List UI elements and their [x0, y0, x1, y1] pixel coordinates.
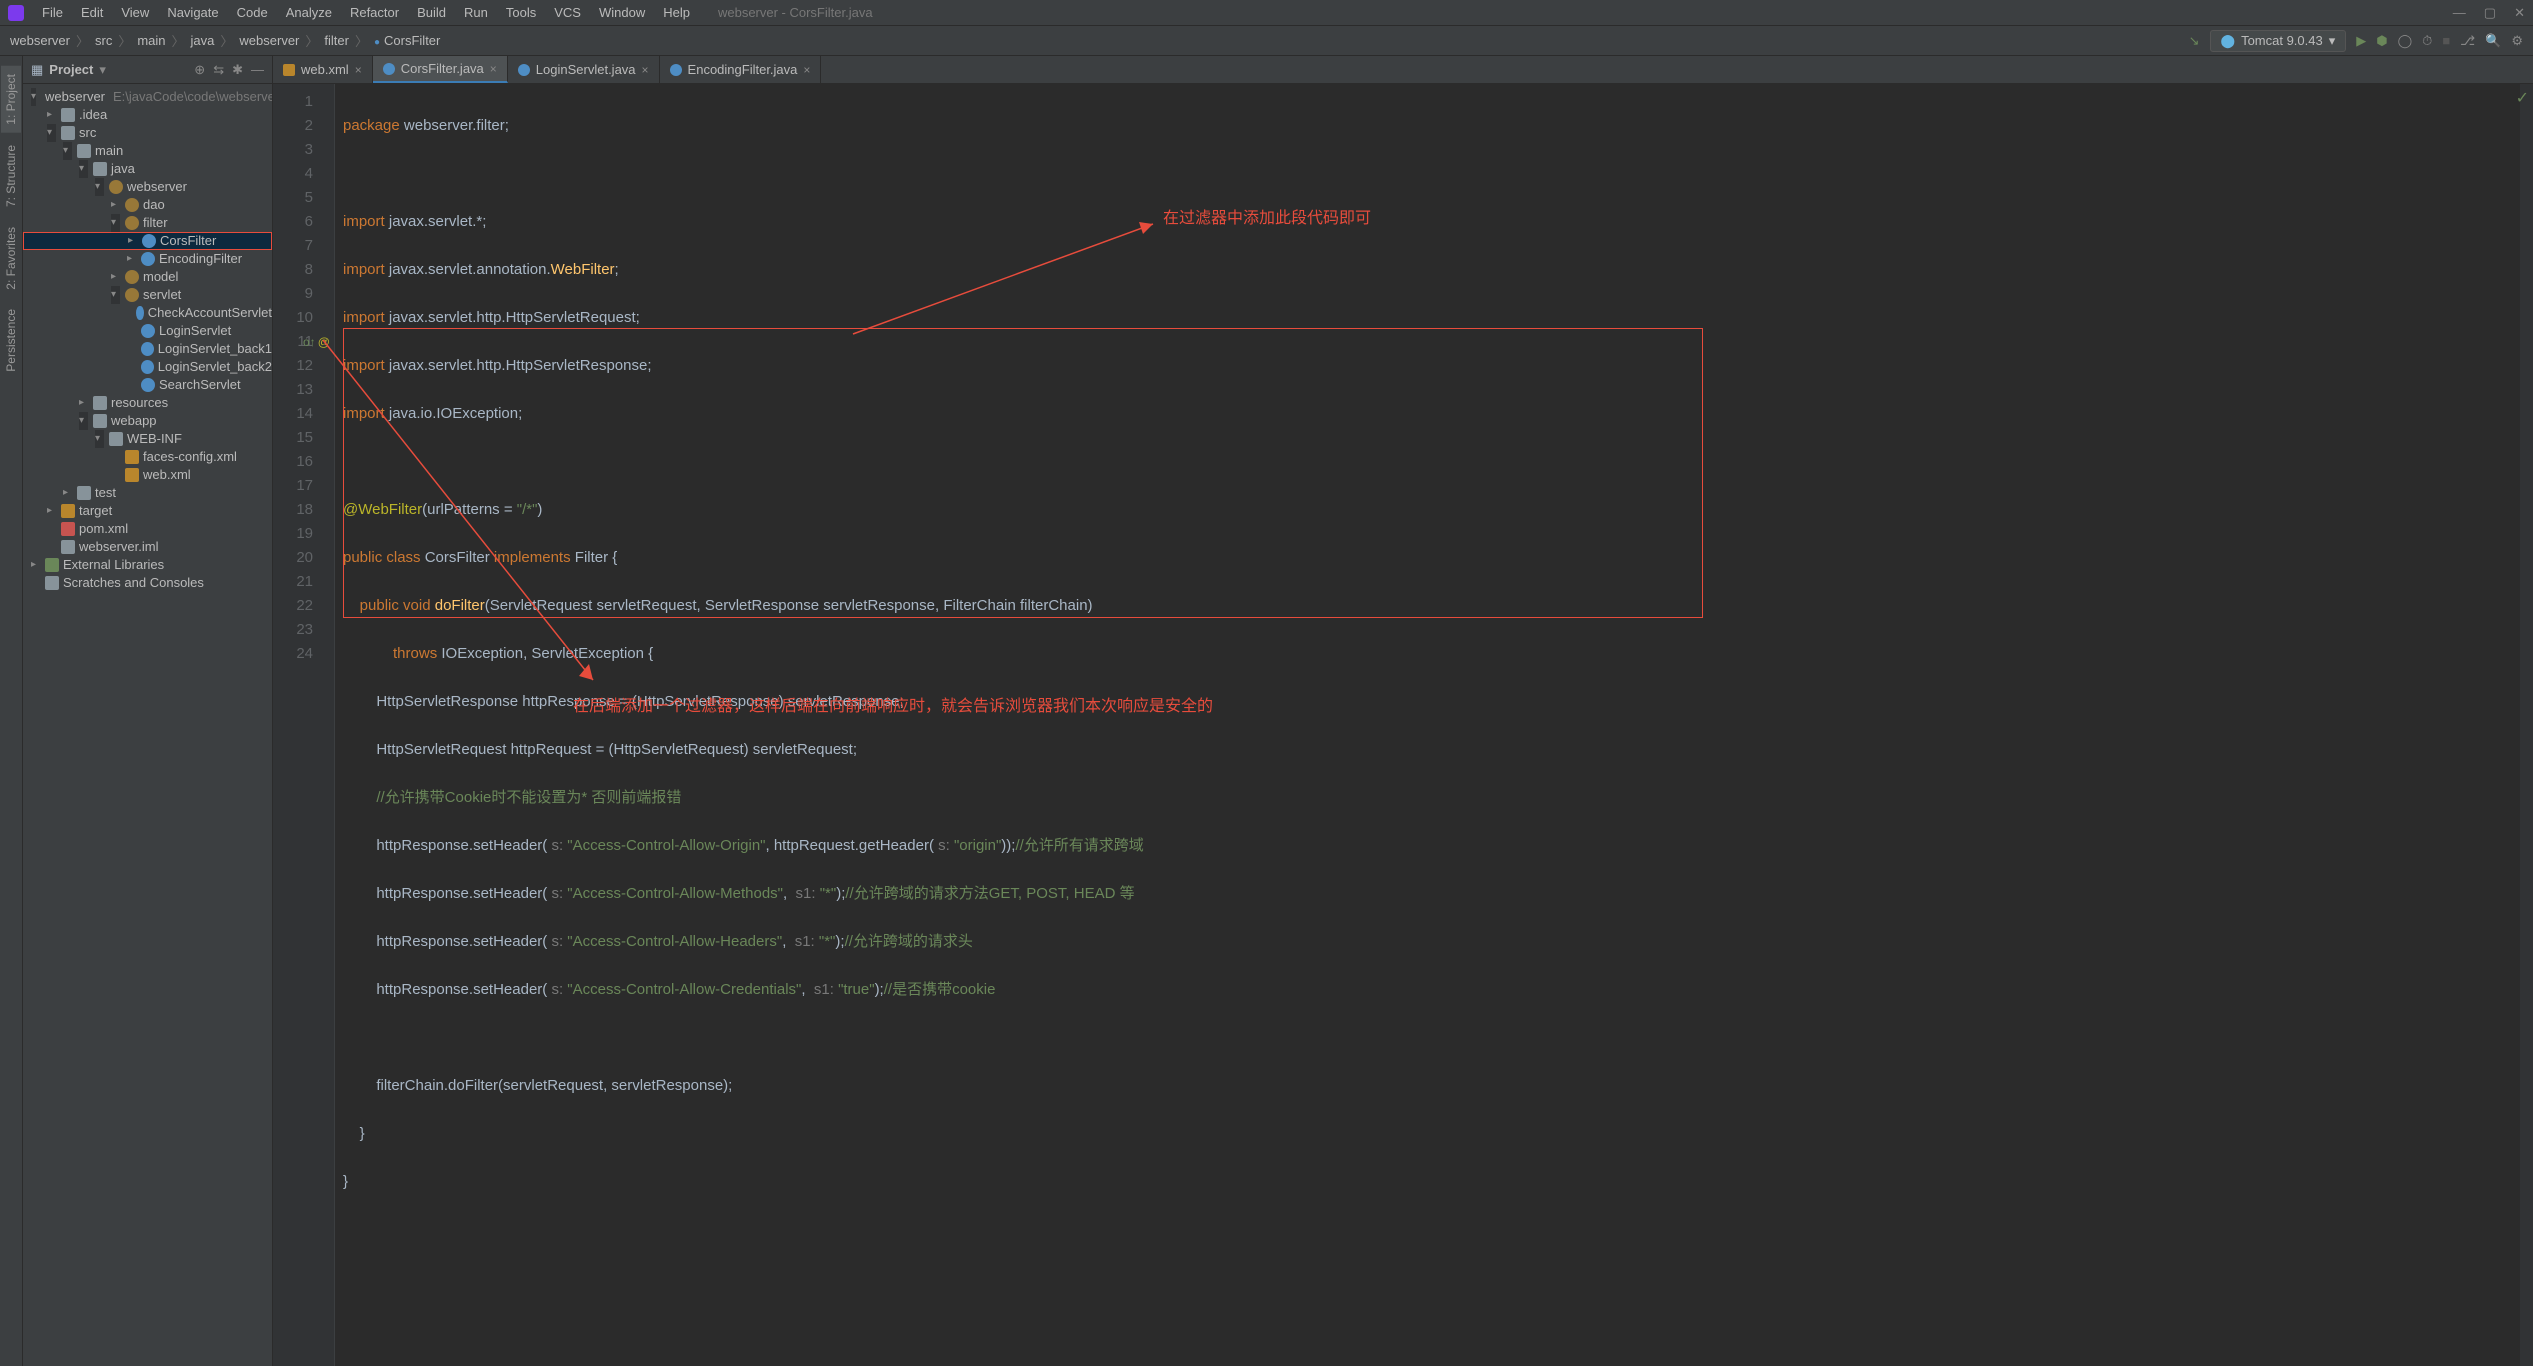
tree-node[interactable]: pom.xml [23, 520, 272, 538]
menu-build[interactable]: Build [409, 2, 454, 23]
tool-tab-persistence[interactable]: Persistence [1, 301, 21, 380]
menu-analyze[interactable]: Analyze [278, 2, 340, 23]
stop-icon[interactable]: ■ [2442, 33, 2450, 48]
annotation-text-bottom: 在后端添加一个过滤器，这样后端在向前端响应时，就会告诉浏览器我们本次响应是安全的 [573, 692, 1213, 716]
settings-gear-icon[interactable]: ✱ [232, 62, 243, 78]
run-icon[interactable]: ▶ [2356, 33, 2366, 49]
crumb-class[interactable]: CorsFilter [374, 33, 440, 48]
tree-node[interactable]: model [23, 268, 272, 286]
crumb-5[interactable]: filter [324, 33, 349, 48]
editor-tab[interactable]: web.xml× [273, 56, 373, 83]
menu-help[interactable]: Help [655, 2, 698, 23]
build-icon[interactable]: ↘ [2189, 33, 2200, 49]
tree-node[interactable]: java [23, 160, 272, 178]
tree-node[interactable]: webserverE:\javaCode\code\webserver [23, 88, 272, 106]
menu-tools[interactable]: Tools [498, 2, 544, 23]
tree-node[interactable]: webserver.iml [23, 538, 272, 556]
breadcrumbs: webserver〉 src〉 main〉 java〉 webserver〉 f… [10, 31, 440, 50]
main-menu: File Edit View Navigate Code Analyze Ref… [34, 2, 698, 23]
debug-icon[interactable]: ⬢ [2376, 33, 2387, 49]
run-config-selector[interactable]: ⬤Tomcat 9.0.43▾ [2210, 30, 2347, 52]
menu-file[interactable]: File [34, 2, 71, 23]
close-icon[interactable]: ✕ [2514, 5, 2525, 21]
crumb-2[interactable]: main [137, 33, 165, 48]
tree-node[interactable]: CorsFilter [23, 232, 272, 250]
app-logo-icon [8, 5, 24, 21]
tab-close-icon[interactable]: × [490, 62, 497, 76]
title-bar: File Edit View Navigate Code Analyze Ref… [0, 0, 2533, 26]
tab-close-icon[interactable]: × [355, 63, 362, 77]
line-gutter: 123456789101112131415161718192021222324 [273, 84, 321, 1366]
editor-tabs: web.xml×CorsFilter.java×LoginServlet.jav… [273, 56, 2533, 84]
tab-close-icon[interactable]: × [803, 63, 810, 77]
left-tool-tabs: 1: Project 7: Structure 2: Favorites Per… [0, 56, 23, 1366]
error-stripe[interactable] [2519, 84, 2533, 1366]
override-marker-icon[interactable]: o↑@ [303, 330, 330, 354]
maximize-icon[interactable]: ▢ [2484, 5, 2496, 21]
tool-tab-structure[interactable]: 7: Structure [1, 137, 21, 215]
collapse-icon[interactable]: ⇆ [213, 62, 224, 78]
tree-node[interactable]: faces-config.xml [23, 448, 272, 466]
menu-code[interactable]: Code [229, 2, 276, 23]
tool-tab-project[interactable]: 1: Project [1, 66, 21, 133]
tree-node[interactable]: CheckAccountServlet [23, 304, 272, 322]
vcs-icon[interactable]: ⎇ [2460, 33, 2475, 49]
tool-tab-favorites[interactable]: 2: Favorites [1, 219, 21, 298]
menu-vcs[interactable]: VCS [546, 2, 589, 23]
tree-node[interactable]: EncodingFilter [23, 250, 272, 268]
tree-node[interactable]: WEB-INF [23, 430, 272, 448]
tree-node[interactable]: LoginServlet_back2 [23, 358, 272, 376]
fold-gutter[interactable] [321, 84, 335, 1366]
editor-tab[interactable]: EncodingFilter.java× [660, 56, 822, 83]
search-icon[interactable]: 🔍 [2485, 33, 2501, 49]
panel-title: Project [49, 62, 93, 77]
tree-node[interactable]: webapp [23, 412, 272, 430]
crumb-3[interactable]: java [191, 33, 215, 48]
tree-node[interactable]: resources [23, 394, 272, 412]
tree-node[interactable]: test [23, 484, 272, 502]
tree-node[interactable]: src [23, 124, 272, 142]
menu-edit[interactable]: Edit [73, 2, 111, 23]
tree-node[interactable]: External Libraries [23, 556, 272, 574]
profile-icon[interactable]: ⏱ [2422, 33, 2432, 49]
tree-node[interactable]: main [23, 142, 272, 160]
coverage-icon[interactable]: ◯ [2398, 33, 2413, 49]
nav-bar: webserver〉 src〉 main〉 java〉 webserver〉 f… [0, 26, 2533, 56]
locate-icon[interactable]: ⊕ [194, 62, 205, 78]
minimize-icon[interactable]: — [2453, 5, 2466, 21]
project-tree[interactable]: webserverE:\javaCode\code\webserver.idea… [23, 84, 272, 1366]
crumb-1[interactable]: src [95, 33, 112, 48]
tree-node[interactable]: .idea [23, 106, 272, 124]
annotation-text-top: 在过滤器中添加此段代码即可 [1163, 204, 1371, 228]
menu-navigate[interactable]: Navigate [159, 2, 226, 23]
crumb-4[interactable]: webserver [239, 33, 299, 48]
tree-node[interactable]: webserver [23, 178, 272, 196]
tree-node[interactable]: SearchServlet [23, 376, 272, 394]
menu-refactor[interactable]: Refactor [342, 2, 407, 23]
panel-icon: ▦ [31, 62, 43, 78]
tree-node[interactable]: filter [23, 214, 272, 232]
inspection-ok-icon[interactable]: ✓ [2516, 88, 2529, 108]
tree-node[interactable]: LoginServlet_back1 [23, 340, 272, 358]
code-content[interactable]: package webserver.filter; import javax.s… [335, 84, 2519, 1366]
crumb-0[interactable]: webserver [10, 33, 70, 48]
menu-run[interactable]: Run [456, 2, 496, 23]
tree-node[interactable]: servlet [23, 286, 272, 304]
project-panel: ▦ Project▾ ⊕ ⇆ ✱ — webserverE:\javaCode\… [23, 56, 273, 1366]
hide-icon[interactable]: — [251, 62, 264, 78]
tree-node[interactable]: Scratches and Consoles [23, 574, 272, 592]
window-title: webserver - CorsFilter.java [718, 5, 873, 20]
editor-tab[interactable]: CorsFilter.java× [373, 56, 508, 83]
menu-view[interactable]: View [113, 2, 157, 23]
menu-window[interactable]: Window [591, 2, 653, 23]
tree-node[interactable]: dao [23, 196, 272, 214]
code-editor[interactable]: 123456789101112131415161718192021222324 … [273, 84, 2533, 1366]
tree-node[interactable]: target [23, 502, 272, 520]
settings-icon[interactable]: ⚙ [2511, 33, 2523, 49]
editor-tab[interactable]: LoginServlet.java× [508, 56, 660, 83]
tree-node[interactable]: LoginServlet [23, 322, 272, 340]
tab-close-icon[interactable]: × [642, 63, 649, 77]
tree-node[interactable]: web.xml [23, 466, 272, 484]
